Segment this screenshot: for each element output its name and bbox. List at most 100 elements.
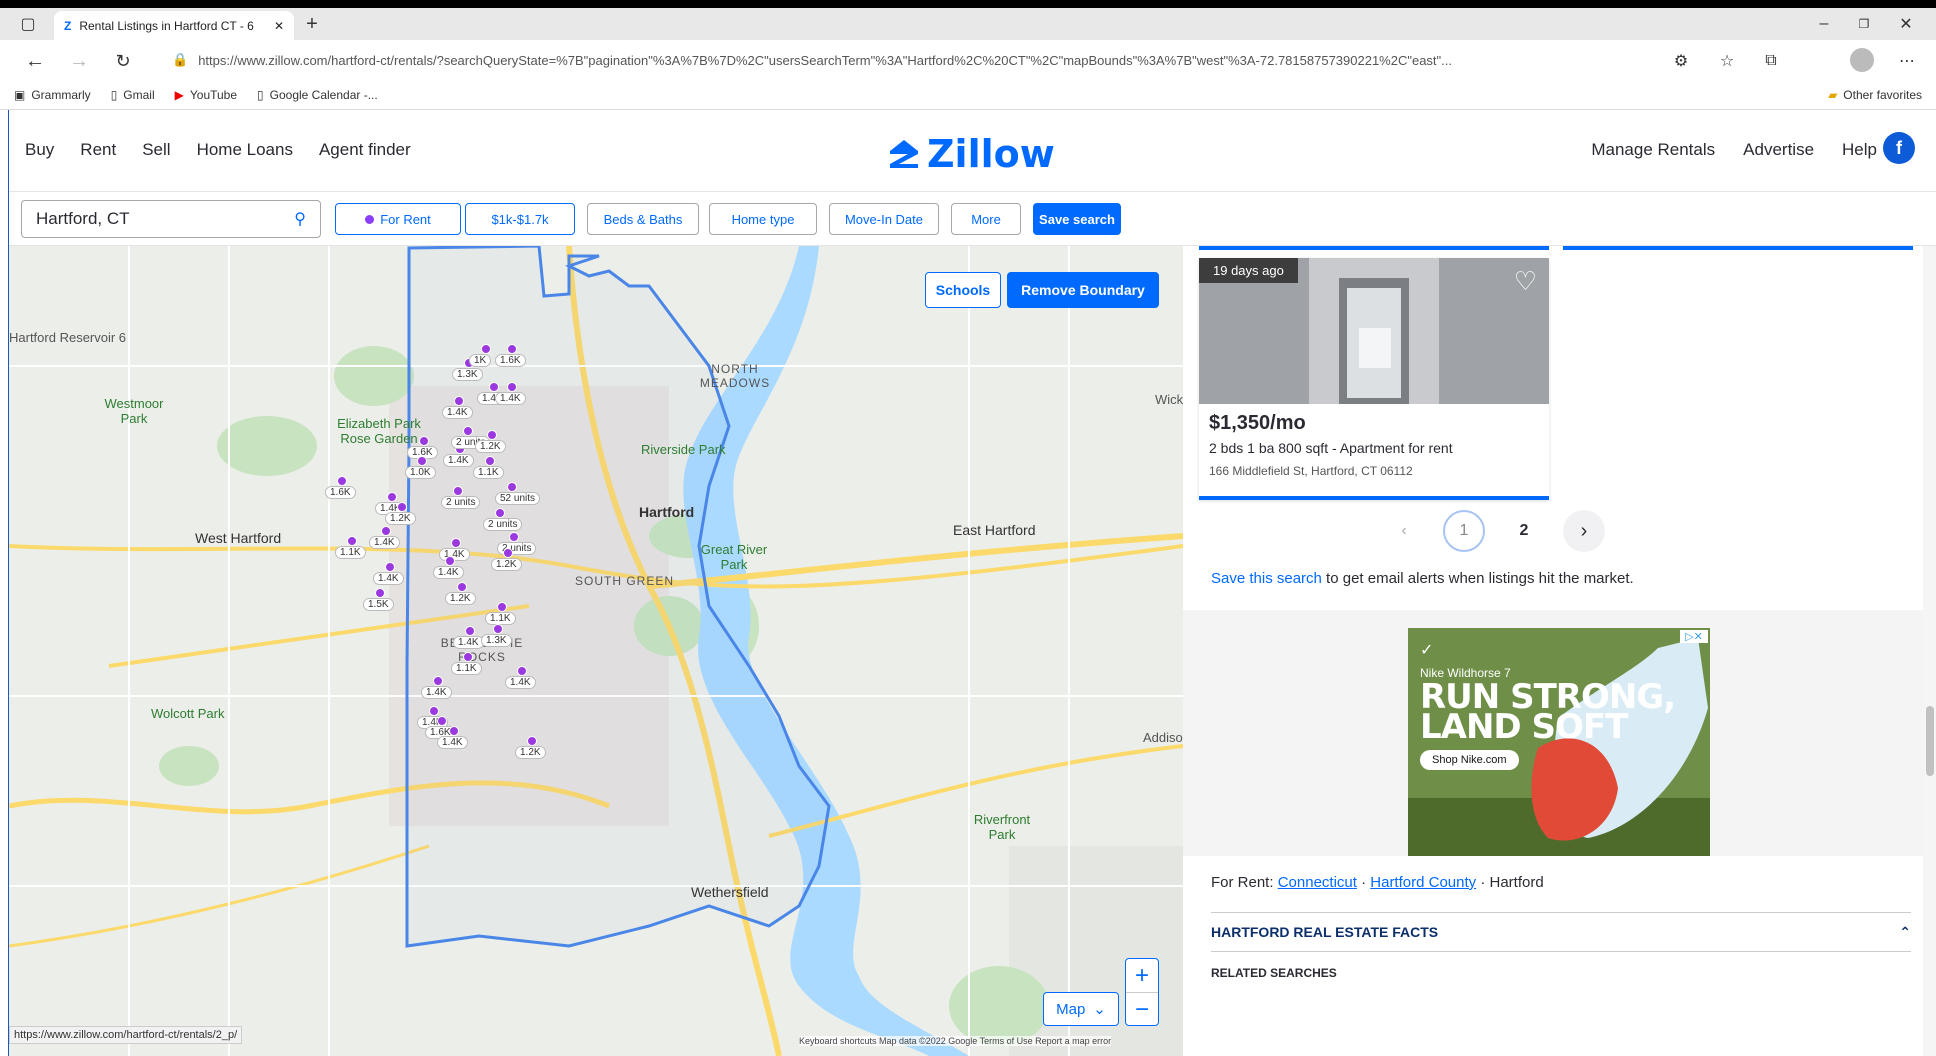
zoom-in-button[interactable]: + <box>1126 959 1158 993</box>
other-favorites[interactable]: ▰ Other favorites <box>1828 88 1922 102</box>
listing-pin[interactable] <box>517 666 527 676</box>
save-search-button[interactable]: Save search <box>1033 203 1121 235</box>
page-next-number[interactable]: 2 <box>1503 510 1545 552</box>
more-filter-button[interactable]: More <box>951 203 1021 235</box>
map-type-button[interactable]: Map ⌄ <box>1043 992 1119 1026</box>
price-filter-button[interactable]: $1k-$1.7k <box>465 203 575 235</box>
listing-pin[interactable] <box>454 396 464 406</box>
price-pin-label[interactable]: 1.4K <box>495 392 526 405</box>
listing-pin[interactable] <box>337 476 347 486</box>
bookmark-grammarly[interactable]: ▣ Grammarly <box>14 88 91 102</box>
listing-pin[interactable] <box>507 344 517 354</box>
schools-button[interactable]: Schools <box>925 272 1001 308</box>
price-pin-label[interactable]: 1.4K <box>433 566 464 579</box>
for-rent-filter-button[interactable]: For Rent <box>335 203 461 235</box>
ad-close-icon[interactable]: ▷✕ <box>1680 630 1708 643</box>
scrollbar-thumb[interactable] <box>1926 706 1934 776</box>
price-pin-label[interactable]: 1.4K <box>505 676 536 689</box>
back-icon[interactable]: ← <box>24 50 46 72</box>
scrollbar[interactable] <box>1923 246 1936 1056</box>
listing-pin[interactable] <box>445 556 455 566</box>
price-pin-label[interactable]: 2 units <box>483 518 523 531</box>
breadcrumb-hartford-county[interactable]: Hartford County <box>1370 874 1476 891</box>
new-tab-icon[interactable]: + <box>302 13 322 35</box>
listing-pin[interactable] <box>495 508 505 518</box>
listing-photo[interactable]: 19 days ago ♡ <box>1199 258 1549 404</box>
listing-pin[interactable] <box>451 538 461 548</box>
ad-cta-button[interactable]: Shop Nike.com <box>1420 750 1519 770</box>
price-pin-label[interactable]: 1.0K <box>405 466 436 479</box>
favorites-icon[interactable]: ☆ <box>1716 50 1738 72</box>
collections-icon[interactable]: ⧉ <box>1760 50 1782 72</box>
favorite-heart-icon[interactable]: ♡ <box>1514 266 1537 297</box>
nav-manage-rentals[interactable]: Manage Rentals <box>1591 140 1715 160</box>
price-pin-label[interactable]: 1.2K <box>445 592 476 605</box>
location-search-input[interactable]: Hartford, CT ⚲ <box>21 200 321 238</box>
price-pin-label[interactable]: 1K <box>469 354 492 367</box>
zillow-logo[interactable]: Zillow <box>887 132 1055 176</box>
listing-pin[interactable] <box>507 382 517 392</box>
listing-pin[interactable] <box>433 676 443 686</box>
price-pin-label[interactable]: 1.4K <box>437 736 468 749</box>
user-avatar[interactable]: f <box>1883 132 1915 164</box>
price-pin-label[interactable]: 1.1K <box>451 662 482 675</box>
listing-pin[interactable] <box>457 582 467 592</box>
listing-pin[interactable] <box>509 532 519 542</box>
beds-baths-filter-button[interactable]: Beds & Baths <box>587 203 699 235</box>
listing-pin[interactable] <box>481 344 491 354</box>
bookmark-gmail[interactable]: ▯ Gmail <box>111 88 155 102</box>
next-page-icon[interactable]: › <box>1563 510 1605 552</box>
save-this-search-link[interactable]: Save this search <box>1211 570 1322 587</box>
listing-card[interactable]: 19 days ago ♡ $1,350/mo 2 bds 1 ba 800 s… <box>1199 258 1549 500</box>
page-current[interactable]: 1 <box>1443 510 1485 552</box>
listing-pin[interactable] <box>465 626 475 636</box>
listing-pin[interactable] <box>453 486 463 496</box>
map-canvas[interactable] <box>9 246 1183 1056</box>
listing-pin[interactable] <box>507 482 517 492</box>
search-icon[interactable]: ⚲ <box>294 209 306 229</box>
price-pin-label[interactable]: 1.3K <box>452 368 483 381</box>
prev-page-icon[interactable]: ‹ <box>1383 510 1425 552</box>
bookmark-calendar[interactable]: ▯ Google Calendar -... <box>257 88 378 102</box>
listing-pin[interactable] <box>527 736 537 746</box>
listing-pin[interactable] <box>489 382 499 392</box>
zoom-out-button[interactable]: − <box>1126 993 1158 1027</box>
price-pin-label[interactable]: 1.3K <box>481 634 512 647</box>
price-pin-label[interactable]: 1.2K <box>515 746 546 759</box>
listing-pin[interactable] <box>487 430 497 440</box>
real-estate-facts-toggle[interactable]: HARTFORD REAL ESTATE FACTS ⌃ <box>1211 912 1911 952</box>
tab-close-icon[interactable]: ✕ <box>274 19 284 33</box>
price-pin-label[interactable]: 1.2K <box>475 440 506 453</box>
listing-pin[interactable] <box>497 602 507 612</box>
nav-rent[interactable]: Rent <box>80 140 116 160</box>
price-pin-label[interactable]: 1.4K <box>373 572 404 585</box>
price-pin-label[interactable]: 1.4K <box>421 686 452 699</box>
home-type-filter-button[interactable]: Home type <box>709 203 817 235</box>
price-pin-label[interactable]: 1.4K <box>442 406 473 419</box>
listing-pin[interactable] <box>493 624 503 634</box>
listing-pin[interactable] <box>429 706 439 716</box>
listing-pin[interactable] <box>485 456 495 466</box>
price-pin-label[interactable]: 1.2K <box>491 558 522 571</box>
listing-pin[interactable] <box>503 548 513 558</box>
listing-pin[interactable] <box>437 716 447 726</box>
listing-pin[interactable] <box>385 562 395 572</box>
map-view[interactable]: Hartford Reservoir 6 Westmoor Park Eliza… <box>9 246 1183 1056</box>
price-pin-label[interactable]: 2 units <box>441 496 481 509</box>
maximize-icon[interactable]: ❐ <box>1854 14 1874 34</box>
address-bar[interactable]: 🔒 https://www.zillow.com/hartford-ct/ren… <box>160 45 1650 75</box>
forward-icon[interactable]: → <box>68 50 90 72</box>
listing-pin[interactable] <box>449 726 459 736</box>
nav-agent-finder[interactable]: Agent finder <box>319 140 411 160</box>
listing-pin[interactable] <box>417 456 427 466</box>
profile-icon[interactable] <box>1850 48 1874 72</box>
nav-buy[interactable]: Buy <box>25 140 54 160</box>
price-pin-label[interactable]: 1.5K <box>363 598 394 611</box>
price-pin-label[interactable]: 52 units <box>495 492 541 505</box>
listing-pin[interactable] <box>463 426 473 436</box>
remove-boundary-button[interactable]: Remove Boundary <box>1007 272 1159 308</box>
nav-advertise[interactable]: Advertise <box>1743 140 1814 160</box>
price-pin-label[interactable]: 1.1K <box>473 466 504 479</box>
price-pin-label[interactable]: 1.1K <box>335 546 366 559</box>
nav-home-loans[interactable]: Home Loans <box>197 140 293 160</box>
